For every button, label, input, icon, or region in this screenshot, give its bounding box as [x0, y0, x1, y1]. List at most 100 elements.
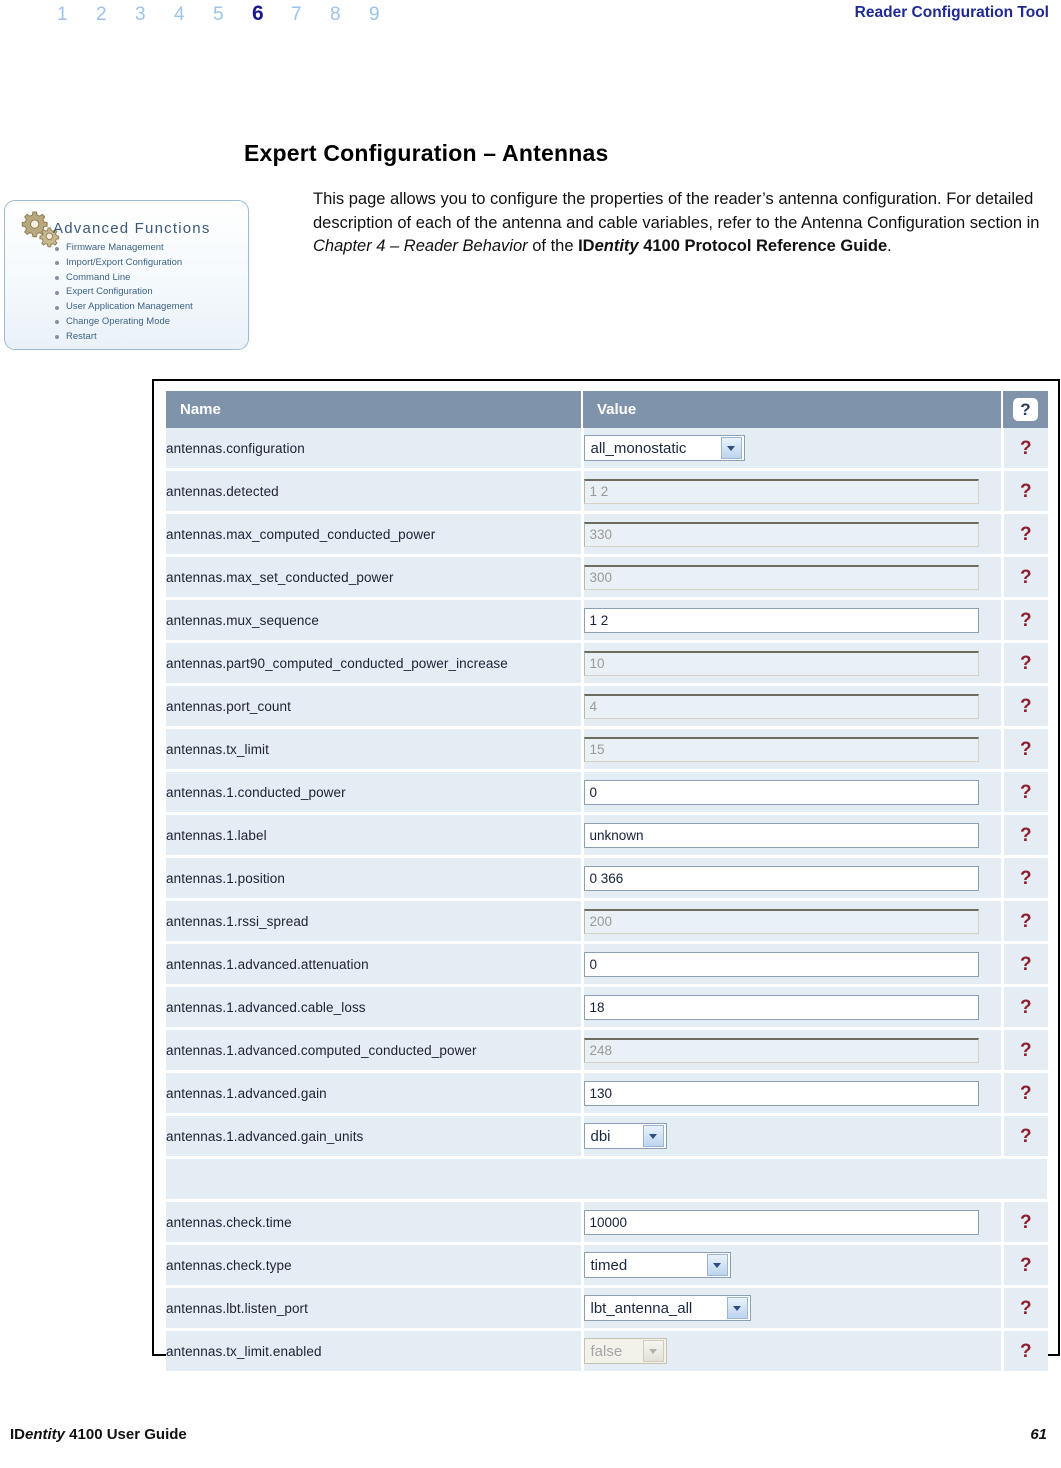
- table-row: antennas.mux_sequence?: [166, 598, 1048, 643]
- help-icon[interactable]: ?: [1020, 1256, 1032, 1275]
- intro-text-part2: of the: [527, 237, 579, 255]
- chevron-down-icon[interactable]: [706, 1254, 728, 1276]
- help-icon[interactable]: ?: [1020, 1342, 1032, 1361]
- advanced-functions-panel: Advanced Functions Firmware Management Im…: [4, 200, 249, 350]
- value-dropdown[interactable]: all_monostatic: [583, 435, 745, 461]
- help-icon[interactable]: ?: [1013, 398, 1038, 421]
- table-row: antennas.1.position?: [166, 856, 1048, 901]
- table-row: antennas.configuration all_monostatic?: [166, 428, 1048, 471]
- chapter-link-8[interactable]: 8: [330, 4, 369, 26]
- table-row: antennas.lbt.listen_port lbt_antenna_all?: [166, 1286, 1048, 1331]
- chapter-link-5[interactable]: 5: [213, 4, 252, 26]
- chevron-down-icon[interactable]: [642, 1125, 664, 1147]
- intro-guide-prefix: ID: [578, 237, 595, 255]
- help-icon[interactable]: ?: [1020, 525, 1032, 544]
- help-icon[interactable]: ?: [1020, 1299, 1032, 1318]
- dropdown-selected-value: all_monostatic: [590, 439, 687, 457]
- parameter-value-cell: [582, 1071, 1004, 1116]
- help-icon[interactable]: ?: [1020, 912, 1032, 931]
- help-icon[interactable]: ?: [1020, 955, 1032, 974]
- parameter-value-cell: [582, 641, 1004, 686]
- parameter-name: antennas.detected: [166, 469, 584, 514]
- parameter-name: antennas.1.advanced.attenuation: [166, 942, 584, 987]
- help-icon[interactable]: ?: [1020, 740, 1032, 759]
- header-title: Reader Configuration Tool: [854, 4, 1049, 21]
- help-icon[interactable]: ?: [1020, 826, 1032, 845]
- table-row: antennas.check.type timed?: [166, 1243, 1048, 1288]
- parameter-value-cell: [582, 512, 1004, 557]
- row-help-cell: ?: [1002, 727, 1048, 772]
- help-icon[interactable]: ?: [1020, 783, 1032, 802]
- help-icon[interactable]: ?: [1020, 1213, 1032, 1232]
- help-icon[interactable]: ?: [1020, 697, 1032, 716]
- advanced-function-item[interactable]: Expert Configuration: [53, 285, 193, 300]
- help-icon[interactable]: ?: [1020, 998, 1032, 1017]
- chapter-link-3[interactable]: 3: [135, 4, 174, 26]
- value-dropdown[interactable]: timed: [583, 1252, 731, 1278]
- parameter-value-cell: dbi: [582, 1114, 1004, 1159]
- help-icon[interactable]: ?: [1020, 1041, 1032, 1060]
- advanced-function-item[interactable]: User Application Management: [53, 300, 193, 315]
- parameter-name: antennas.1.advanced.gain_units: [166, 1114, 584, 1159]
- value-input: [583, 693, 979, 719]
- value-input: [583, 1037, 979, 1063]
- chapter-link-6[interactable]: 6: [252, 2, 291, 26]
- value-input[interactable]: [583, 994, 979, 1020]
- value-dropdown[interactable]: dbi: [583, 1123, 667, 1149]
- help-icon[interactable]: ?: [1020, 869, 1032, 888]
- value-input[interactable]: [583, 1080, 979, 1106]
- row-help-cell: ?: [1002, 899, 1048, 944]
- parameter-value-cell: [582, 684, 1004, 729]
- help-icon[interactable]: ?: [1020, 611, 1032, 630]
- table-row: antennas.tx_limit.enabled false?: [166, 1329, 1048, 1374]
- parameter-value-cell: [582, 727, 1004, 772]
- table-row: antennas.check.time?: [166, 1200, 1048, 1245]
- column-header-help: ?: [1002, 391, 1048, 428]
- parameter-name: antennas.1.position: [166, 856, 584, 901]
- dropdown-selected-value: lbt_antenna_all: [590, 1299, 693, 1317]
- value-input[interactable]: [583, 607, 979, 633]
- chapter-link-2[interactable]: 2: [96, 4, 135, 26]
- help-icon[interactable]: ?: [1020, 654, 1032, 673]
- advanced-function-item[interactable]: Command Line: [53, 271, 193, 286]
- value-input: [583, 908, 979, 934]
- intro-guide-name: 4100 Protocol Reference Guide: [638, 237, 888, 255]
- table-header-row: Name Value ?: [166, 391, 1048, 428]
- value-input[interactable]: [583, 822, 979, 848]
- table-row: antennas.1.advanced.attenuation?: [166, 942, 1048, 987]
- help-icon[interactable]: ?: [1020, 439, 1032, 458]
- chapter-link-1[interactable]: 1: [57, 4, 96, 26]
- parameter-name: antennas.lbt.listen_port: [166, 1286, 584, 1331]
- parameter-value-cell: timed: [582, 1243, 1004, 1288]
- row-help-cell: ?: [1002, 1028, 1048, 1073]
- value-input[interactable]: [583, 865, 979, 891]
- value-input[interactable]: [583, 1209, 979, 1235]
- advanced-function-item[interactable]: Import/Export Configuration: [53, 256, 193, 271]
- row-help-cell: ?: [1002, 942, 1048, 987]
- value-input: [583, 478, 979, 504]
- chevron-down-icon[interactable]: [726, 1297, 748, 1319]
- advanced-function-item[interactable]: Restart: [53, 330, 193, 345]
- chapter-link-7[interactable]: 7: [291, 4, 330, 26]
- footer-guide-name: IDentity 4100 User Guide: [10, 1426, 187, 1443]
- intro-paragraph: This page allows you to configure the pr…: [313, 188, 1043, 259]
- row-help-cell: ?: [1002, 856, 1048, 901]
- value-input[interactable]: [583, 951, 979, 977]
- help-icon[interactable]: ?: [1020, 482, 1032, 501]
- dropdown-selected-value: dbi: [590, 1127, 611, 1145]
- value-input[interactable]: [583, 779, 979, 805]
- help-icon[interactable]: ?: [1020, 1084, 1032, 1103]
- chapter-link-4[interactable]: 4: [174, 4, 213, 26]
- help-icon[interactable]: ?: [1020, 1127, 1032, 1146]
- chapter-link-9[interactable]: 9: [369, 4, 408, 26]
- advanced-function-item[interactable]: Change Operating Mode: [53, 315, 193, 330]
- advanced-function-item[interactable]: Firmware Management: [53, 241, 193, 256]
- row-help-cell: ?: [1002, 1286, 1048, 1331]
- chevron-down-icon[interactable]: [720, 437, 742, 459]
- parameter-value-cell: [582, 899, 1004, 944]
- value-dropdown[interactable]: lbt_antenna_all: [583, 1295, 751, 1321]
- advanced-functions-list: Firmware Management Import/Export Configu…: [53, 241, 193, 345]
- advanced-functions-title: Advanced Functions: [53, 220, 211, 237]
- help-icon[interactable]: ?: [1020, 568, 1032, 587]
- dropdown-selected-value: timed: [590, 1256, 628, 1274]
